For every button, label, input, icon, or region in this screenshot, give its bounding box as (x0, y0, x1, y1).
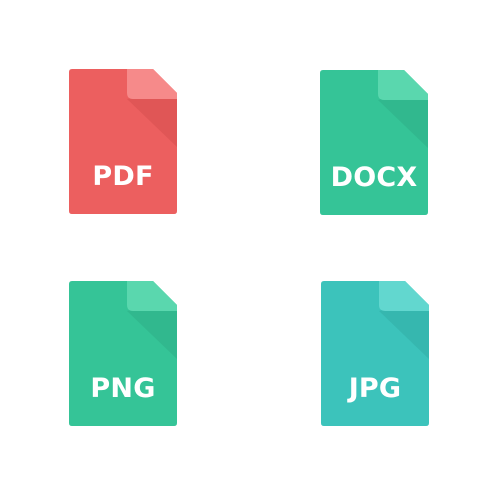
docx-file-icon: DOCX (320, 70, 428, 215)
file-type-label: DOCX (330, 162, 418, 193)
png-file-icon: PNG (69, 281, 177, 426)
file-type-icons-canvas: PDF DOCX PNG JPG (0, 0, 500, 500)
file-type-label: JPG (348, 373, 402, 404)
file-type-label: PNG (90, 373, 156, 404)
jpg-file-icon: JPG (321, 281, 429, 426)
pdf-file-icon: PDF (69, 69, 177, 214)
file-type-label: PDF (92, 161, 154, 192)
